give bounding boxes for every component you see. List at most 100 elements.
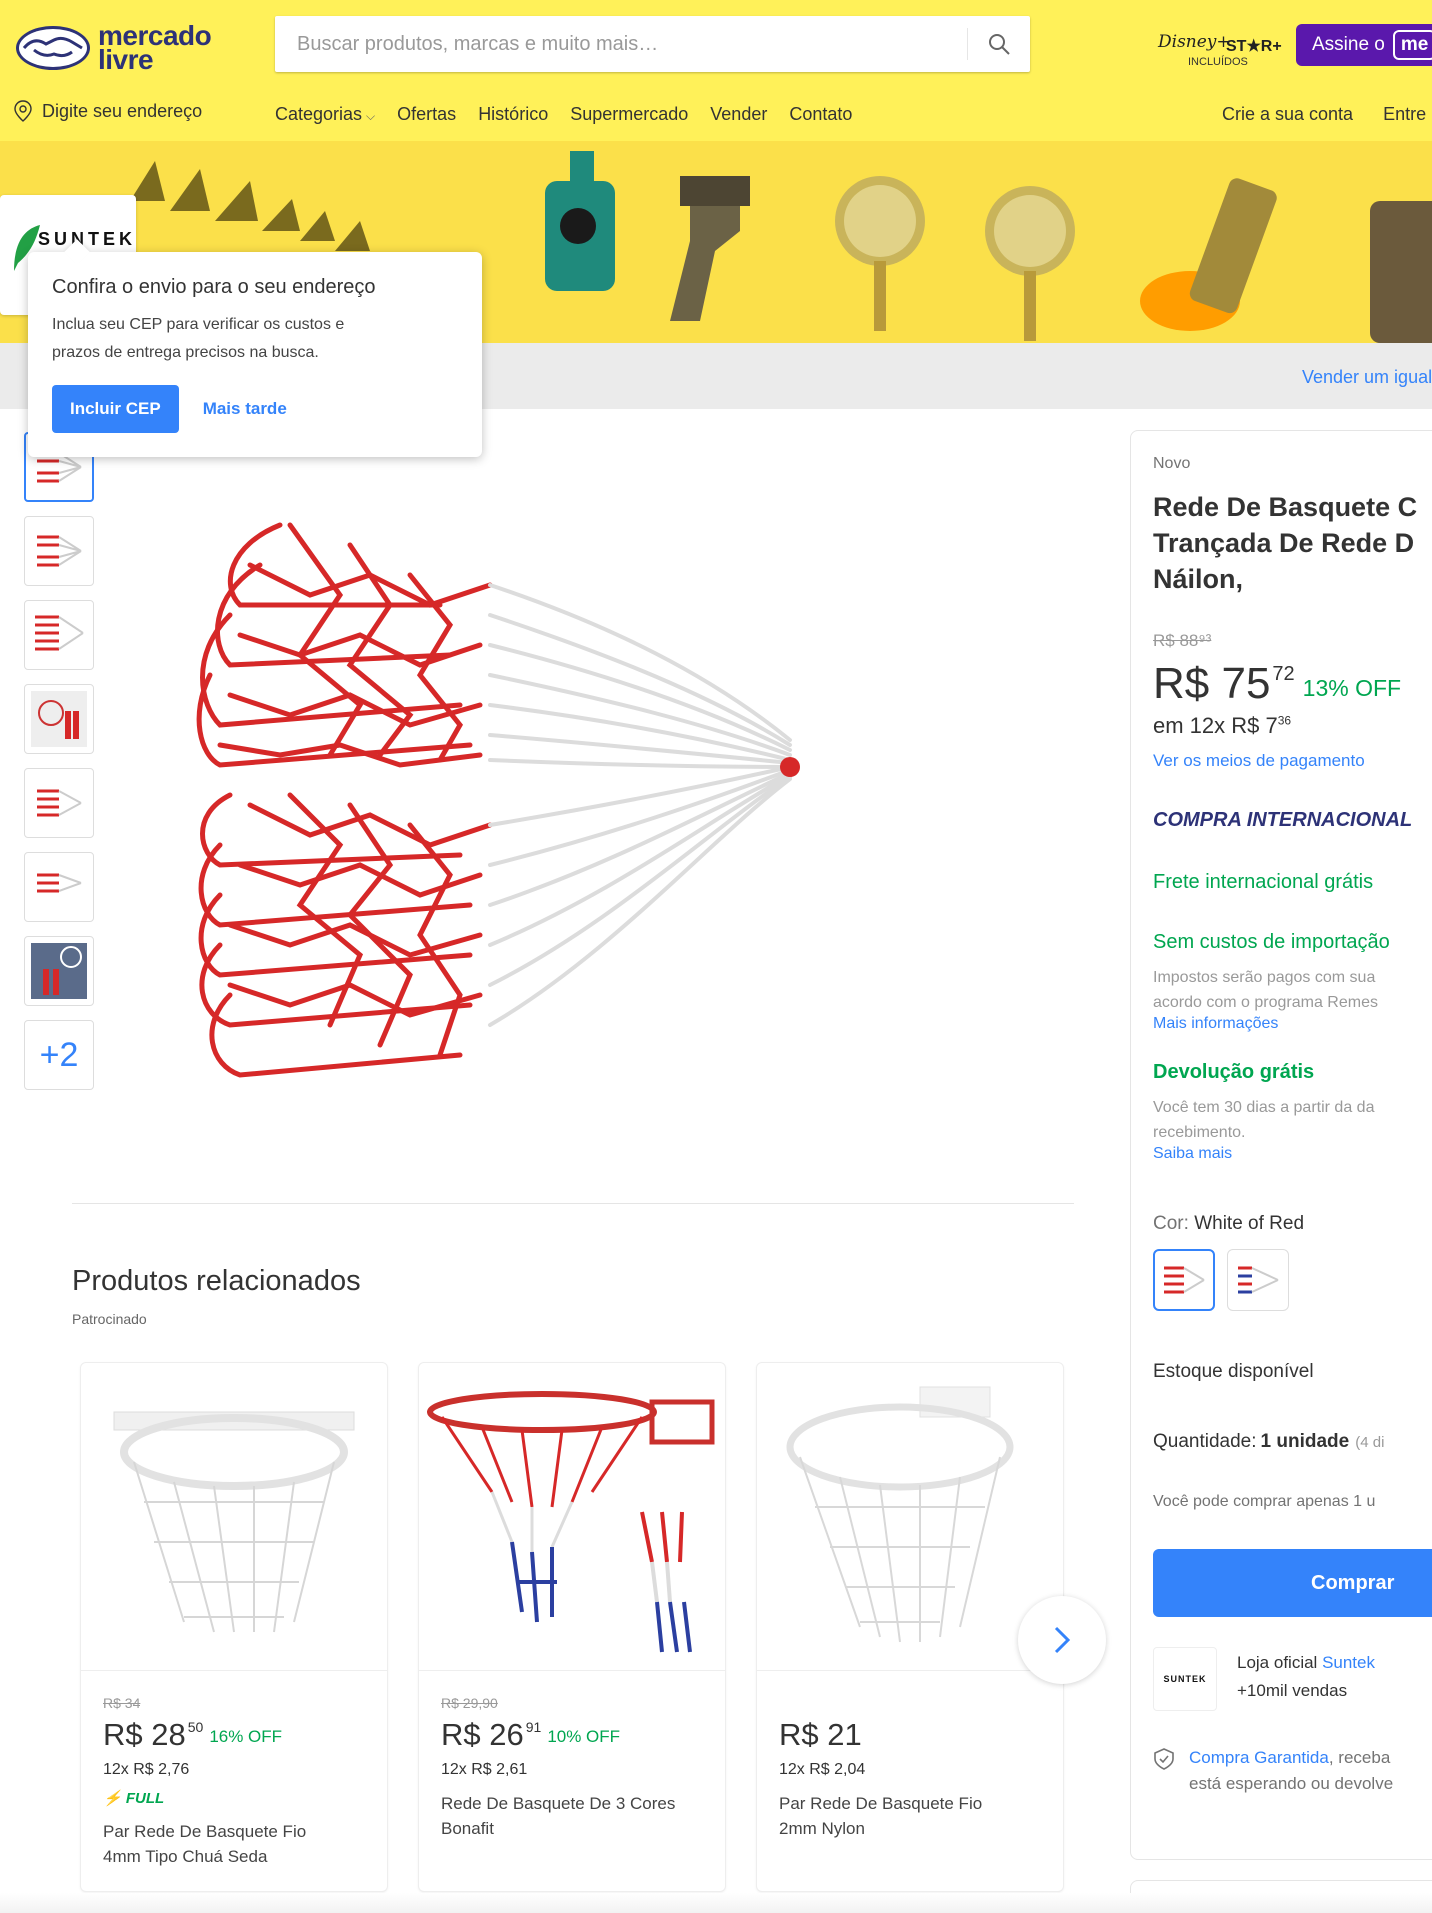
popup-title: Confira o envio para o seu endereço	[52, 276, 376, 298]
related-product-card[interactable]: R$ 29,90 R$ 26 91 10% OFF 12x R$ 2,61 Red…	[418, 1362, 726, 1892]
color-swatches	[1153, 1249, 1289, 1311]
installments: 12x R$ 2,04	[779, 1761, 866, 1778]
international-purchase-label: COMPRA INTERNACIONAL	[1153, 809, 1413, 831]
chevron-down-icon: ⌵	[366, 109, 376, 123]
search-button[interactable]	[968, 16, 1030, 72]
sales-count: +10mil vendas	[1237, 1681, 1348, 1700]
product-image	[757, 1363, 1063, 1671]
purchase-limit-note: Você pode comprar apenas 1 u	[1153, 1493, 1376, 1510]
hoop-photo-thumbnail	[31, 691, 87, 747]
mercado-livre-logo[interactable]: mercado livre	[14, 18, 214, 78]
return-info: Você tem 30 dias a partir da da recebime…	[1153, 1099, 1375, 1141]
nav-ofertas[interactable]: Ofertas	[397, 104, 456, 125]
star-plus-logo: ST★R+	[1226, 38, 1282, 55]
buy-box: Novo Rede De Basquete C Trançada De Rede…	[1130, 430, 1432, 1860]
shield-check-icon	[1153, 1747, 1175, 1776]
search-bar	[275, 16, 1030, 72]
thumbnail-6[interactable]	[24, 852, 94, 922]
color-swatch-white-red[interactable]	[1153, 1249, 1215, 1311]
discount-label: 16% OFF	[209, 1727, 283, 1746]
stock-label: Estoque disponível	[1153, 1361, 1314, 1382]
related-products-title: Produtos relacionados	[72, 1265, 361, 1297]
nav-supermercado[interactable]: Supermercado	[570, 104, 688, 125]
login-link[interactable]: Entre	[1383, 104, 1426, 125]
chevron-right-icon	[1054, 1626, 1071, 1654]
card-body: R$ 29,90 R$ 26 91 10% OFF 12x R$ 2,61 Red…	[419, 1671, 725, 1841]
product-name: Par Rede De Basquete Fio 4mm Tipo Chuá S…	[103, 1822, 307, 1866]
nav-vender[interactable]: Vender	[710, 104, 767, 125]
more-images-count: +2	[39, 1035, 79, 1074]
product-image	[81, 1363, 387, 1671]
shipping-address-popup: Confira o envio para o seu endereço Incl…	[28, 252, 482, 457]
search-icon	[989, 34, 1010, 55]
full-shipping-badge: ⚡ FULL	[103, 1790, 165, 1807]
site-header: mercado livre Disney+ ST★R+ INCLUÍDOS As…	[0, 0, 1432, 141]
installments: em 12x R$ 736	[1153, 713, 1292, 738]
selected-color: White of Red	[1194, 1213, 1305, 1234]
free-return-label: Devolução grátis	[1153, 1061, 1315, 1083]
quantity-selector[interactable]: Quantidade: 1 unidade (4 di	[1153, 1431, 1384, 1453]
section-divider	[72, 1203, 1074, 1204]
guarantee-link[interactable]: Compra Garantida	[1189, 1748, 1329, 1767]
search-input[interactable]	[275, 16, 955, 72]
popup-text-line2: prazos de entrega precisos na busca.	[52, 344, 319, 361]
thumbnail-2[interactable]	[24, 516, 94, 586]
meli-plus-badge: me	[1392, 30, 1432, 60]
create-account-link[interactable]: Crie a sua conta	[1222, 104, 1353, 125]
included-label: INCLUÍDOS	[1188, 56, 1248, 68]
thumbnail-5[interactable]	[24, 768, 94, 838]
condition-label: Novo	[1153, 455, 1191, 472]
more-images-thumbnail[interactable]: +2	[24, 1020, 94, 1090]
old-price: R$ 34	[103, 1695, 141, 1711]
thumbnail-list: +2	[24, 432, 94, 1104]
product-name: Par Rede De Basquete Fio 2mm Nylon	[779, 1794, 983, 1838]
nav-historico[interactable]: Histórico	[478, 104, 548, 125]
later-button[interactable]: Mais tarde	[203, 399, 287, 419]
discount-label: 10% OFF	[547, 1727, 621, 1746]
location-selector[interactable]: Digite seu endereço	[14, 100, 202, 122]
disney-star-promo[interactable]: Disney+ ST★R+ INCLUÍDOS	[1158, 28, 1288, 72]
price: R$ 26 91 10% OFF	[441, 1717, 621, 1752]
related-product-card[interactable]: R$ 21 12x R$ 2,04 Par Rede De Basquete F…	[756, 1362, 1064, 1892]
product-image	[419, 1363, 725, 1671]
nav-categorias[interactable]: Categorias ⌵	[275, 104, 375, 125]
include-cep-button[interactable]: Incluir CEP	[52, 385, 179, 433]
nav-row: Digite seu endereço Categorias ⌵ Ofertas …	[0, 100, 1432, 134]
card-body: R$ 21 12x R$ 2,04 Par Rede De Basquete F…	[757, 1671, 1063, 1841]
current-price: R$ 75 72 13% OFF	[1153, 659, 1402, 708]
installments: 12x R$ 2,76	[103, 1761, 190, 1778]
subscribe-button[interactable]: Assine o me	[1296, 24, 1432, 66]
price: R$ 28 50 16% OFF	[103, 1717, 283, 1752]
account-links: Crie a sua conta Entre	[1222, 104, 1426, 125]
nav-links: Categorias ⌵ Ofertas Histórico Supermerca…	[275, 104, 852, 125]
white-hoop-image	[786, 1386, 1014, 1642]
purchase-guarantee-info: Compra Garantida, receba está esperando …	[1189, 1748, 1394, 1793]
sell-similar-link[interactable]: Vender um igual	[1302, 367, 1432, 388]
main-product-image[interactable]	[190, 505, 990, 1125]
more-info-link[interactable]: Mais informações	[1153, 1015, 1278, 1033]
thumbnail-4[interactable]	[24, 684, 94, 754]
learn-more-link[interactable]: Saiba mais	[1153, 1145, 1232, 1163]
logo-text: mercado livre	[98, 20, 212, 75]
color-swatch-tricolor[interactable]	[1227, 1249, 1289, 1311]
buy-button[interactable]: Comprar	[1153, 1549, 1432, 1617]
carousel-next-button[interactable]	[1018, 1596, 1106, 1684]
quantity-value: 1 unidade	[1260, 1431, 1350, 1452]
location-pin-icon	[14, 100, 32, 122]
nav-contato[interactable]: Contato	[789, 104, 852, 125]
price: R$ 21	[779, 1717, 862, 1752]
thumbnail-3[interactable]	[24, 600, 94, 670]
seller-logo[interactable]: SUNTEK	[1153, 1647, 1217, 1711]
thumbnail-7[interactable]	[24, 936, 94, 1006]
payment-methods-link[interactable]: Ver os meios de pagamento	[1153, 751, 1365, 771]
net-swatch-image	[1238, 1266, 1279, 1294]
popup-text-line1: Inclua seu CEP para verificar os custos …	[52, 316, 345, 333]
old-price: R$ 29,90	[441, 1695, 498, 1711]
card-body: R$ 34 R$ 28 50 16% OFF 12x R$ 2,76 ⚡ FULL…	[81, 1671, 387, 1869]
free-shipping-label: Frete internacional grátis	[1153, 871, 1374, 893]
store-link[interactable]: Suntek	[1322, 1653, 1375, 1672]
quantity-available: (4 di	[1355, 1434, 1385, 1451]
net-thumbnail-image	[37, 789, 82, 817]
related-product-card[interactable]: R$ 34 R$ 28 50 16% OFF 12x R$ 2,76 ⚡ FULL…	[80, 1362, 388, 1892]
net-thumbnail-image	[37, 535, 82, 567]
